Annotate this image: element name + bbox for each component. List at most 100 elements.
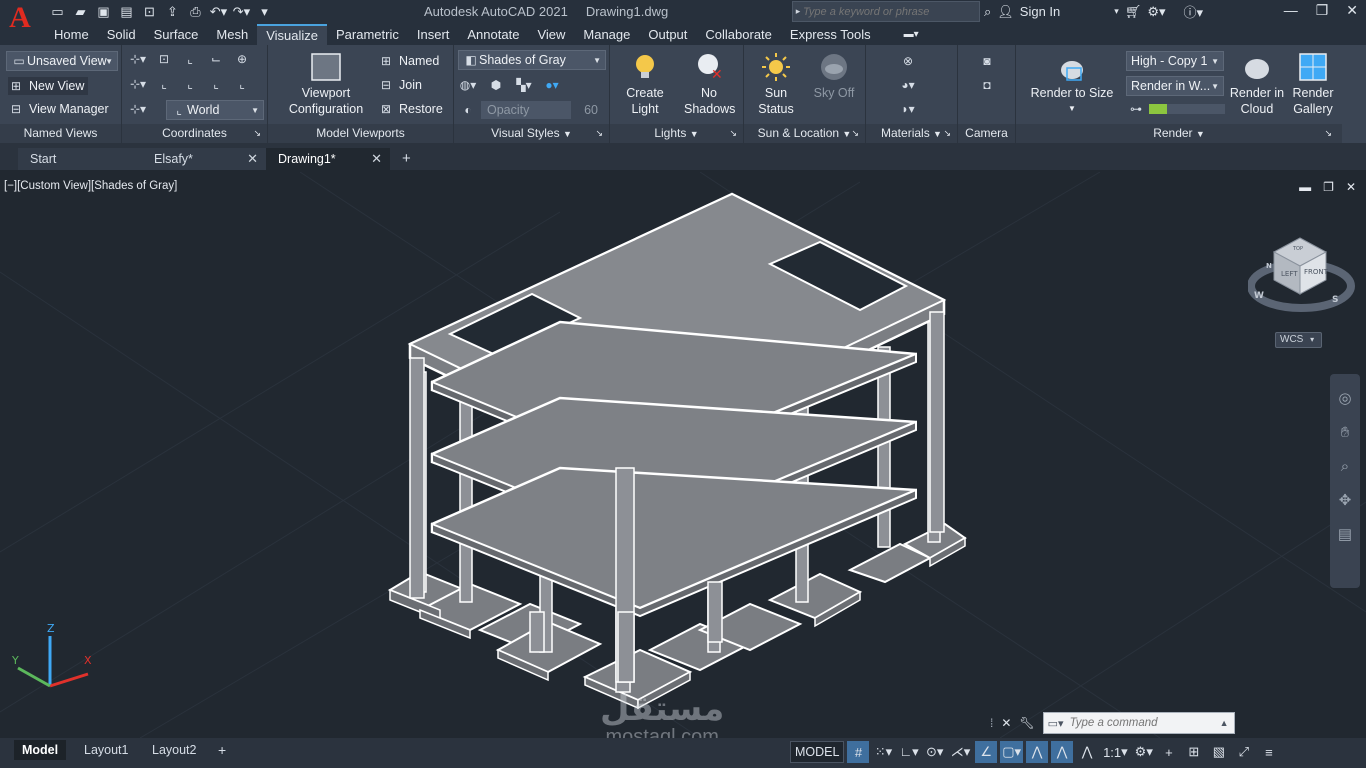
- autodesk-app-icon[interactable]: ⚙▾: [1147, 4, 1165, 20]
- ucs-settings-icon[interactable]: ⊹▾: [130, 101, 146, 117]
- grid-icon[interactable]: #: [847, 741, 870, 763]
- search-expand-icon[interactable]: ▸: [793, 6, 803, 17]
- dialog-launcher-icon[interactable]: ↘: [253, 124, 261, 143]
- restore-viewports-button[interactable]: ⊠ Restore: [378, 101, 443, 117]
- viewcube-top-face[interactable]: TOP: [1292, 246, 1303, 252]
- viewcube-front-face[interactable]: FRONT: [1304, 268, 1329, 276]
- hardware-accel-icon[interactable]: ▧: [1208, 741, 1230, 763]
- material-mapping-button[interactable]: ◕▾: [900, 77, 916, 93]
- command-input-box[interactable]: ▭▾ ▲: [1042, 712, 1235, 734]
- redo-icon[interactable]: ↷▾: [232, 2, 251, 21]
- ucs-named-icon[interactable]: ⊡: [156, 51, 172, 67]
- join-viewports-button[interactable]: ⊟ Join: [378, 77, 422, 93]
- ucs-world-icon[interactable]: ⊹▾: [130, 76, 146, 92]
- tab-manage[interactable]: Manage: [574, 24, 639, 45]
- command-input[interactable]: [1069, 717, 1220, 729]
- units-icon[interactable]: ⊞: [1183, 741, 1205, 763]
- tab-visualize[interactable]: Visualize: [257, 24, 328, 45]
- visual-style-combo[interactable]: ◧ Shades of Gray ▼: [458, 50, 606, 70]
- customize-qat-icon[interactable]: ▾: [255, 2, 274, 21]
- render-in-cloud-button[interactable]: Render in Cloud: [1224, 51, 1290, 117]
- new-view-button[interactable]: ⊞ New View: [8, 77, 89, 95]
- wcs-menu[interactable]: WCS ▾: [1275, 332, 1322, 348]
- chevron-down-icon[interactable]: ▼: [933, 129, 942, 139]
- sign-in-button[interactable]: Sign In: [1020, 4, 1060, 19]
- dialog-launcher-icon[interactable]: ↘: [851, 124, 859, 143]
- ucs-x-icon[interactable]: ⌞: [156, 76, 172, 92]
- object-snap-tracking-icon[interactable]: ∠: [975, 741, 998, 763]
- annotation-scale-icon[interactable]: ⋀: [1076, 741, 1098, 763]
- ortho-icon[interactable]: ∟▾: [897, 741, 920, 763]
- help-search[interactable]: ▸: [792, 1, 980, 22]
- save-icon[interactable]: ▣: [94, 2, 113, 21]
- undo-icon[interactable]: ↶▾: [209, 2, 228, 21]
- save-web-icon[interactable]: ⇪: [163, 2, 182, 21]
- workspace-gear-icon[interactable]: ⚙▾: [1133, 741, 1155, 763]
- materials-browser-button[interactable]: ⊗: [900, 53, 916, 69]
- grip-icon[interactable]: ⁞: [990, 716, 993, 730]
- viewport-minimize-icon[interactable]: ▬: [1299, 180, 1311, 194]
- render-preset-combo[interactable]: High - Copy 1 ▼: [1126, 51, 1224, 71]
- chevron-down-icon[interactable]: ▼: [842, 129, 851, 139]
- opacity-slider[interactable]: Opacity: [481, 101, 571, 119]
- tab-parametric[interactable]: Parametric: [327, 24, 408, 45]
- chevron-down-icon[interactable]: ▼: [563, 129, 572, 139]
- chevron-down-icon[interactable]: ▼: [1196, 129, 1205, 139]
- new-tab-button[interactable]: +: [396, 148, 411, 170]
- opacity-value[interactable]: 60: [576, 103, 598, 117]
- new-file-icon[interactable]: ▭: [48, 2, 67, 21]
- viewcube[interactable]: LEFT FRONT TOP W S N: [1248, 230, 1358, 320]
- steering-wheel-icon[interactable]: ◎: [1337, 390, 1353, 407]
- compass-north[interactable]: N: [1266, 262, 1272, 270]
- showmotion-icon[interactable]: ▤: [1337, 526, 1353, 543]
- wrench-icon[interactable]: 🔧︎: [1019, 716, 1034, 730]
- help-icon[interactable]: ⓘ▾: [1184, 2, 1204, 21]
- layout-tab-layout2[interactable]: Layout2: [144, 740, 204, 760]
- tab-output[interactable]: Output: [639, 24, 696, 45]
- viewport-controls-label[interactable]: [−][Custom View][Shades of Gray]: [4, 180, 177, 192]
- layout-tab-layout1[interactable]: Layout1: [76, 740, 136, 760]
- compass-west[interactable]: W: [1254, 291, 1264, 301]
- render-to-size-button[interactable]: Render to Size ▼: [1022, 51, 1122, 117]
- open-folder-icon[interactable]: ▰: [71, 2, 90, 21]
- sun-status-button[interactable]: Sun Status: [746, 51, 806, 117]
- annotation-visibility-icon[interactable]: ⋀: [1026, 741, 1049, 763]
- drawing-viewport[interactable]: [−][Custom View][Shades of Gray] ▬ ❐ ✕ L…: [0, 172, 1366, 738]
- dialog-launcher-icon[interactable]: ↘: [595, 124, 603, 143]
- command-history-icon[interactable]: ▲: [1220, 718, 1229, 728]
- dialog-launcher-icon[interactable]: ↘: [729, 124, 737, 143]
- polar-icon[interactable]: ⊙▾: [924, 741, 946, 763]
- tab-home[interactable]: Home: [45, 24, 98, 45]
- materials-attach-button[interactable]: ◗▾: [900, 101, 916, 117]
- open-web-icon[interactable]: ⊡: [140, 2, 159, 21]
- dialog-launcher-icon[interactable]: ↘: [1324, 124, 1332, 143]
- create-camera-button[interactable]: ◙: [979, 53, 995, 69]
- ucs-zaxis-icon[interactable]: ⌞: [234, 76, 250, 92]
- tab-view[interactable]: View: [528, 24, 574, 45]
- tab-surface[interactable]: Surface: [145, 24, 208, 45]
- render-gallery-button[interactable]: Render Gallery: [1282, 51, 1344, 117]
- search-icon[interactable]: ⌕: [984, 4, 991, 20]
- chevron-down-icon[interactable]: ▼: [690, 129, 699, 139]
- add-layout-button[interactable]: +: [210, 740, 234, 760]
- dialog-launcher-icon[interactable]: ↘: [943, 124, 951, 143]
- annotation-scale-value[interactable]: 1:1 ▾: [1101, 741, 1130, 763]
- render-target-combo[interactable]: Render in W... ▼: [1126, 76, 1224, 96]
- tab-annotate[interactable]: Annotate: [458, 24, 528, 45]
- clean-screen-icon[interactable]: ⤢: [1233, 741, 1255, 763]
- tab-solid[interactable]: Solid: [98, 24, 145, 45]
- building-3d-model[interactable]: [0, 172, 1366, 738]
- tab-express-tools[interactable]: Express Tools: [781, 24, 880, 45]
- command-close-icon[interactable]: ✕: [1001, 716, 1011, 730]
- ucs-z-icon[interactable]: ⌞: [208, 76, 224, 92]
- viewport-close-icon[interactable]: ✕: [1346, 180, 1356, 194]
- ucs-view-icon[interactable]: ⊕: [234, 51, 250, 67]
- tab-collaborate[interactable]: Collaborate: [696, 24, 781, 45]
- pan-hand-icon[interactable]: ✋︎: [1337, 424, 1353, 441]
- isolines-icon[interactable]: ⬢: [488, 77, 504, 93]
- named-view-combo[interactable]: ▭ Unsaved View ▼: [6, 51, 118, 71]
- zoom-extents-icon[interactable]: ⌕: [1337, 458, 1353, 475]
- show-cameras-button[interactable]: ◘: [979, 77, 995, 93]
- close-icon[interactable]: ✕: [1346, 2, 1358, 19]
- ucs-y-icon[interactable]: ⌞: [182, 76, 198, 92]
